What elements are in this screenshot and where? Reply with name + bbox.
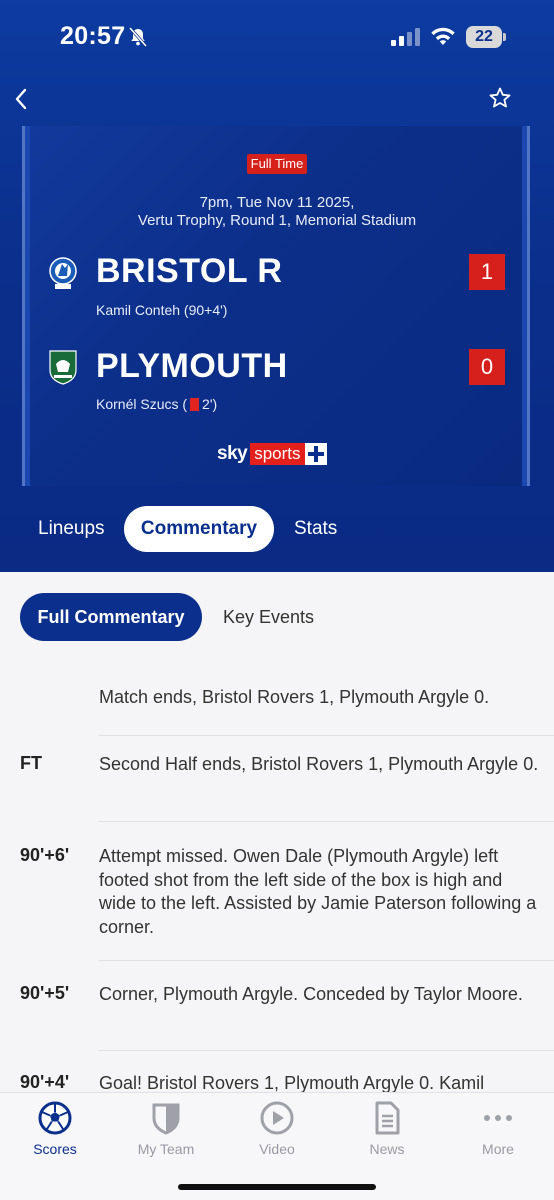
divider: [99, 1050, 554, 1051]
football-icon: [38, 1101, 72, 1135]
wifi-icon: [431, 27, 455, 45]
document-icon: [375, 1101, 400, 1135]
subtab-key-events[interactable]: Key Events: [223, 593, 314, 641]
commentary-minute: 90'+6': [20, 845, 70, 865]
tab-commentary[interactable]: Commentary: [124, 506, 274, 552]
silent-bell-icon: [128, 27, 148, 47]
battery-indicator: 22: [466, 26, 506, 48]
match-competition-venue: Vertu Trophy, Round 1, Memorial Stadium: [137, 212, 417, 229]
commentary-text: Goal! Bristol Rovers 1, Plymouth Argyle …: [99, 1073, 485, 1092]
sky-logo-text: sky: [217, 443, 248, 464]
nav-more[interactable]: More: [458, 1101, 538, 1157]
status-time: 20:57: [60, 22, 126, 50]
commentary-minute: FT: [20, 753, 42, 773]
divider: [99, 960, 554, 961]
away-score: 0: [469, 349, 505, 385]
home-indicator[interactable]: [178, 1184, 376, 1190]
bristol-rovers-crest-icon: [49, 257, 77, 289]
match-header: 20:57 22 Full Time 7pm, Tue Nov 11 2025,…: [0, 0, 554, 572]
favourite-star-icon[interactable]: [488, 86, 512, 110]
subtab-full-commentary[interactable]: Full Commentary: [20, 593, 202, 641]
play-icon: [260, 1101, 294, 1135]
nav-label: Scores: [33, 1141, 77, 1157]
sky-sports-plus-logo: sky sports: [217, 442, 327, 466]
status-badge: Full Time: [247, 154, 307, 174]
commentary-panel[interactable]: Full Commentary Key Events Match ends, B…: [0, 572, 554, 1092]
tab-lineups[interactable]: Lineups: [38, 506, 105, 552]
sports-logo-text: sports: [250, 443, 305, 465]
away-team-name[interactable]: PLYMOUTH: [96, 347, 288, 386]
divider: [99, 735, 554, 736]
nav-label: More: [482, 1141, 514, 1157]
nav-label: My Team: [137, 1141, 195, 1157]
tab-stats[interactable]: Stats: [294, 506, 337, 552]
red-card-player: Kornél Szucs (: [96, 396, 188, 412]
more-icon: [484, 1115, 512, 1121]
nav-video[interactable]: Video: [237, 1101, 317, 1157]
away-red-card-event: Kornél Szucs ( 2'): [96, 396, 217, 412]
nav-news[interactable]: News: [347, 1101, 427, 1157]
commentary-minute: 90'+4': [20, 1072, 70, 1092]
home-goal-scorer: Kamil Conteh (90+4'): [96, 302, 228, 318]
red-card-minute: 2'): [202, 396, 218, 412]
match-datetime: 7pm, Tue Nov 11 2025,: [199, 194, 355, 211]
red-card-icon: [190, 398, 200, 411]
battery-level: 22: [466, 26, 502, 48]
home-team-name[interactable]: BRISTOL R: [96, 252, 283, 291]
nav-label: News: [369, 1141, 405, 1157]
nav-label: Video: [259, 1141, 295, 1157]
commentary-text: Match ends, Bristol Rovers 1, Plymouth A…: [99, 687, 490, 707]
nav-my-team[interactable]: My Team: [126, 1101, 206, 1157]
signal-icon: [391, 28, 420, 46]
commentary-text: Second Half ends, Bristol Rovers 1, Plym…: [99, 754, 539, 774]
shield-icon: [152, 1103, 180, 1135]
divider: [99, 821, 554, 822]
commentary-text: Attempt missed. Owen Dale (Plymouth Argy…: [99, 846, 537, 937]
home-score: 1: [469, 254, 505, 290]
back-icon[interactable]: [12, 86, 32, 112]
nav-scores[interactable]: Scores: [15, 1101, 95, 1157]
commentary-minute: 90'+5': [20, 983, 70, 1003]
plus-icon: [304, 443, 327, 465]
status-bar: 20:57 22: [0, 0, 554, 76]
commentary-text: Corner, Plymouth Argyle. Conceded by Tay…: [99, 984, 523, 1004]
plymouth-argyle-crest-icon: [49, 350, 77, 385]
